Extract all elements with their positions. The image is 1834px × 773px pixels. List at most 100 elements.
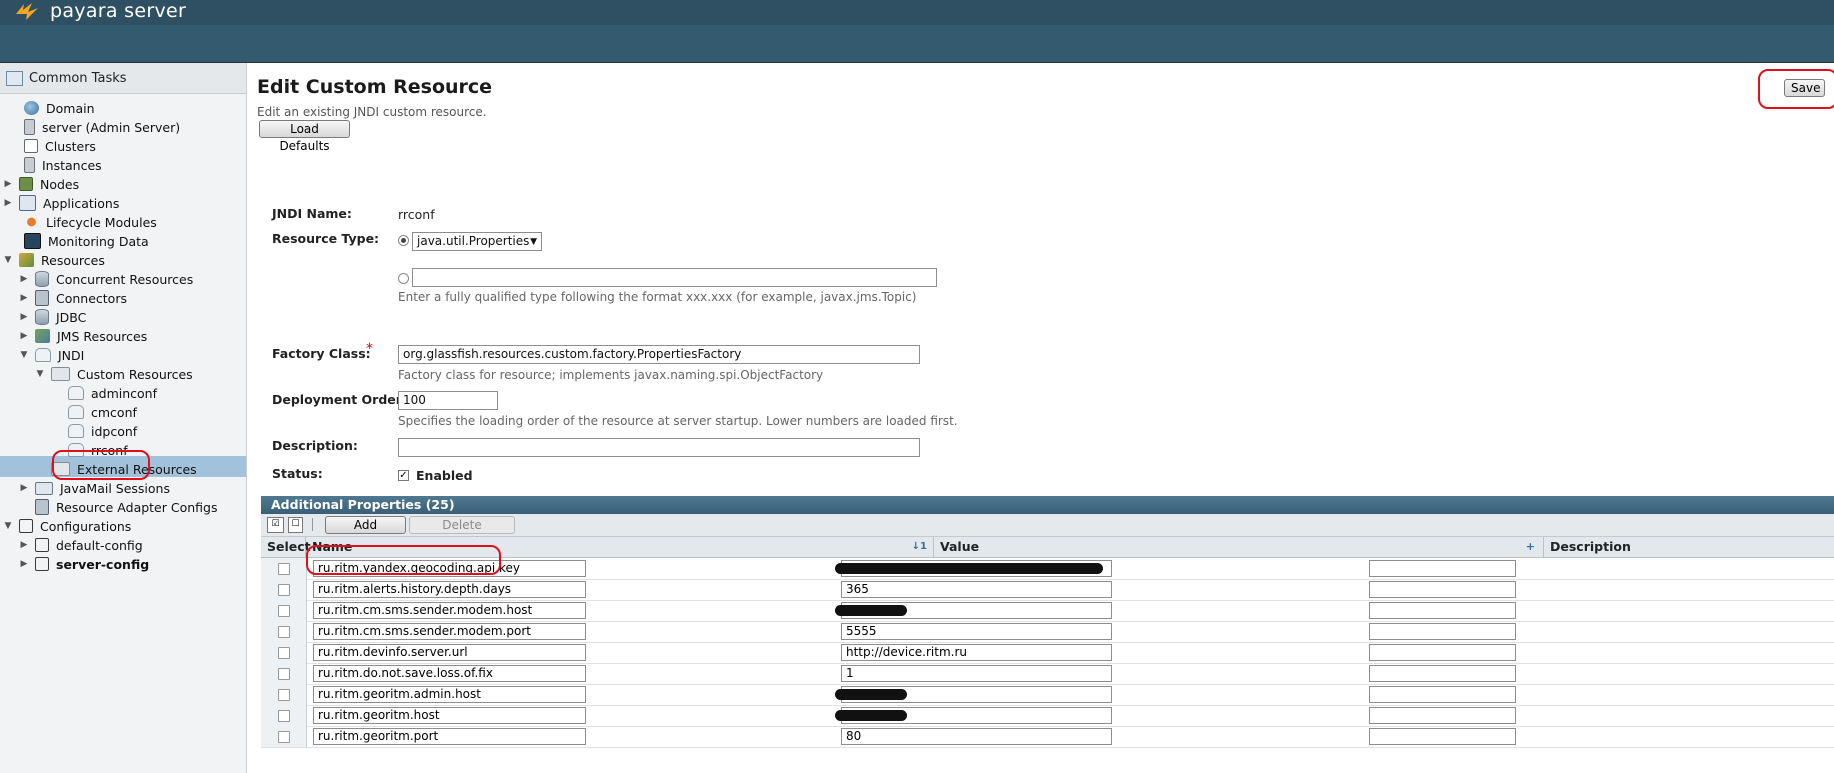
- property-name-input[interactable]: ru.ritm.yandex.geocoding.api.key: [313, 560, 586, 577]
- tree-item-cmconf[interactable]: cmconf: [52, 402, 137, 422]
- property-value-input[interactable]: 80: [841, 728, 1112, 745]
- property-description-input[interactable]: [1369, 560, 1516, 577]
- tree-item-monitoring-data[interactable]: Monitoring Data: [8, 231, 149, 251]
- tree-item-default-config[interactable]: ▶ default-config: [19, 535, 143, 555]
- property-name-input[interactable]: ru.ritm.cm.sms.sender.modem.host: [313, 602, 586, 619]
- collapse-arrow-icon[interactable]: ▼: [3, 521, 13, 531]
- resource-type-custom-input[interactable]: [412, 268, 937, 287]
- property-name-input[interactable]: ru.ritm.cm.sms.sender.modem.port: [313, 623, 586, 640]
- resource-icon: [68, 405, 84, 419]
- tree-item-domain[interactable]: Domain: [8, 98, 95, 118]
- tree-item-instances[interactable]: Instances: [8, 155, 102, 175]
- expand-arrow-icon[interactable]: ▶: [19, 274, 29, 284]
- deselect-all-icon[interactable]: ☐: [288, 517, 303, 533]
- save-button[interactable]: Save: [1784, 79, 1825, 97]
- tree-item-jms-resources[interactable]: ▶ JMS Resources: [19, 326, 148, 346]
- property-description-input[interactable]: [1369, 581, 1516, 598]
- sort-icon[interactable]: +: [1526, 537, 1535, 557]
- deployment-order-hint: Specifies the loading order of the resou…: [398, 414, 958, 428]
- column-name[interactable]: Name ↓1: [306, 537, 934, 557]
- property-value-input[interactable]: 365: [841, 581, 1112, 598]
- row-checkbox[interactable]: [278, 689, 290, 701]
- factory-class-input[interactable]: org.glassfish.resources.custom.factory.P…: [398, 345, 920, 364]
- property-name-input[interactable]: ru.ritm.devinfo.server.url: [313, 644, 586, 661]
- redaction-scribble: [835, 710, 907, 721]
- property-name-input[interactable]: ru.ritm.do.not.save.loss.of.fix: [313, 665, 586, 682]
- tree-item-resources[interactable]: ▼ Resources: [3, 250, 105, 270]
- deployment-order-input[interactable]: 100: [398, 391, 498, 410]
- expand-arrow-icon[interactable]: ▶: [19, 331, 29, 341]
- expand-arrow-icon[interactable]: ▶: [19, 540, 29, 550]
- property-description-input[interactable]: [1369, 602, 1516, 619]
- tree-item-configurations[interactable]: ▼ Configurations: [3, 516, 132, 536]
- expand-arrow-icon[interactable]: ▶: [19, 293, 29, 303]
- collapse-arrow-icon[interactable]: ▼: [35, 369, 45, 379]
- property-description-input[interactable]: [1369, 707, 1516, 724]
- expand-arrow-icon[interactable]: ▶: [3, 179, 13, 189]
- toolbar-separator: [312, 518, 313, 531]
- tree-item-custom-resources[interactable]: ▼ Custom Resources: [35, 364, 193, 384]
- collapse-arrow-icon[interactable]: ▼: [19, 350, 29, 360]
- expand-arrow-icon[interactable]: ▶: [3, 198, 13, 208]
- tree-item-admin-server[interactable]: server (Admin Server): [8, 117, 180, 137]
- tree-item-rrconf[interactable]: rrconf: [52, 440, 128, 460]
- tree-item-jndi[interactable]: ▼ JNDI: [19, 345, 85, 365]
- sort-descending-icon[interactable]: ↓1: [912, 537, 927, 557]
- resource-type-select[interactable]: java.util.Properties ▼: [412, 232, 542, 251]
- tree-item-server-config[interactable]: ▶ server-config: [19, 554, 150, 574]
- property-description-input[interactable]: [1369, 623, 1516, 640]
- tree-item-clusters[interactable]: Clusters: [8, 136, 96, 156]
- expand-arrow-icon[interactable]: ▶: [19, 312, 29, 322]
- row-checkbox[interactable]: [278, 605, 290, 617]
- property-value-input[interactable]: 5555: [841, 623, 1112, 640]
- row-checkbox[interactable]: [278, 563, 290, 575]
- row-checkbox[interactable]: [278, 584, 290, 596]
- description-input[interactable]: [398, 438, 920, 457]
- column-value[interactable]: Value +: [934, 537, 1544, 557]
- deployment-order-label: Deployment Order:: [272, 392, 407, 407]
- tree-item-nodes[interactable]: ▶ Nodes: [3, 174, 80, 194]
- tree-item-external-resources[interactable]: External Resources: [35, 459, 197, 479]
- column-description[interactable]: Description: [1544, 537, 1834, 557]
- property-value-input[interactable]: 1: [841, 665, 1112, 682]
- property-name-input[interactable]: ru.ritm.georitm.host: [313, 707, 586, 724]
- delete-properties-button[interactable]: Delete Properties: [409, 516, 515, 549]
- property-name-input[interactable]: ru.ritm.alerts.history.depth.days: [313, 581, 586, 598]
- tree-item-adminconf[interactable]: adminconf: [52, 383, 157, 403]
- payara-logo: payara server: [14, 0, 186, 22]
- tree-item-concurrent-resources[interactable]: ▶ Concurrent Resources: [19, 269, 193, 289]
- tree-item-resource-adapter-configs[interactable]: Resource Adapter Configs: [19, 497, 217, 517]
- expand-arrow-icon[interactable]: ▶: [19, 559, 29, 569]
- property-value-input[interactable]: http://device.ritm.ru: [841, 644, 1112, 661]
- select-all-icon[interactable]: ☑: [267, 517, 284, 533]
- add-property-button[interactable]: Add Property: [325, 516, 406, 549]
- tree-item-connectors[interactable]: ▶ Connectors: [19, 288, 127, 308]
- expand-arrow-icon[interactable]: ▶: [19, 483, 29, 493]
- property-description-input[interactable]: [1369, 644, 1516, 661]
- status-enabled-checkbox[interactable]: ✓: [398, 470, 409, 481]
- tree-item-javamail-sessions[interactable]: ▶ JavaMail Sessions: [19, 478, 170, 498]
- row-checkbox[interactable]: [278, 626, 290, 638]
- row-checkbox[interactable]: [278, 731, 290, 743]
- row-checkbox[interactable]: [278, 710, 290, 722]
- property-description-input[interactable]: [1369, 665, 1516, 682]
- tree-item-jdbc[interactable]: ▶ JDBC: [19, 307, 86, 327]
- load-defaults-button[interactable]: Load Defaults: [259, 120, 350, 153]
- resource-type-custom-radio[interactable]: [398, 273, 409, 284]
- row-checkbox[interactable]: [278, 647, 290, 659]
- property-name-input[interactable]: ru.ritm.georitm.admin.host: [313, 686, 586, 703]
- row-checkbox[interactable]: [278, 668, 290, 680]
- tree-item-lifecycle-modules[interactable]: Lifecycle Modules: [8, 212, 157, 232]
- tree-item-label: rrconf: [91, 442, 128, 458]
- common-tasks-header[interactable]: Common Tasks: [0, 63, 246, 94]
- property-description-input[interactable]: [1369, 686, 1516, 703]
- tree-item-applications[interactable]: ▶ Applications: [3, 193, 119, 213]
- collapse-arrow-icon[interactable]: ▼: [3, 255, 13, 265]
- resource-icon: [68, 424, 84, 438]
- column-select[interactable]: Select: [261, 537, 311, 557]
- table-row: ru.ritm.cm.sms.sender.modem.host: [261, 600, 1834, 622]
- property-name-input[interactable]: ru.ritm.georitm.port: [313, 728, 586, 745]
- resource-type-predefined-radio[interactable]: [398, 235, 409, 246]
- property-description-input[interactable]: [1369, 728, 1516, 745]
- tree-item-idpconf[interactable]: idpconf: [52, 421, 137, 441]
